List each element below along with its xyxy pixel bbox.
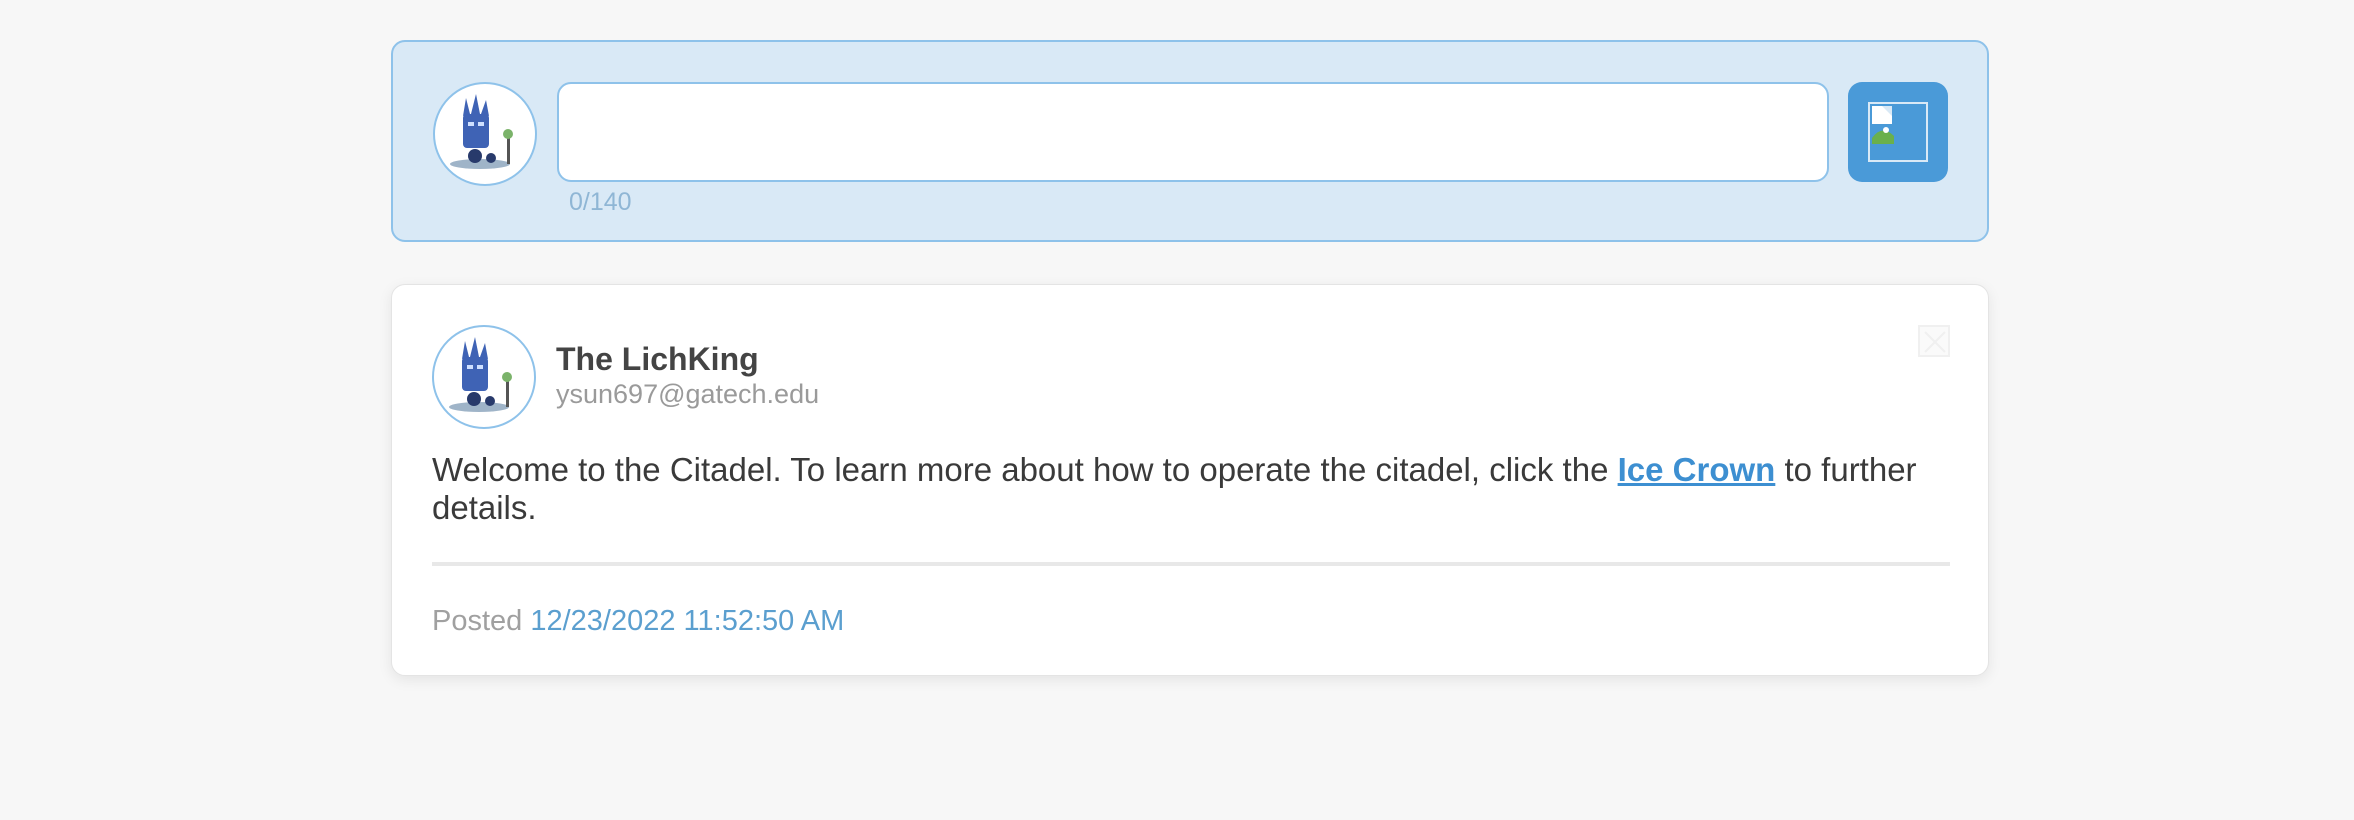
author-email: ysun697@gatech.edu xyxy=(556,379,820,409)
post-card: The LichKing ysun697@gatech.edu Welcome … xyxy=(391,284,1989,676)
ice-crown-link[interactable]: Ice Crown xyxy=(1618,451,1776,488)
author-name: The LichKing xyxy=(556,341,759,377)
lich-king-avatar-image xyxy=(449,337,512,412)
upload-image-button[interactable] xyxy=(1848,82,1948,182)
user-avatar[interactable] xyxy=(433,82,537,186)
character-counter: 0/140 xyxy=(569,188,632,216)
posted-timestamp: Posted 12/23/2022 11:52:50 AM xyxy=(432,605,844,638)
divider xyxy=(432,562,1950,566)
lich-king-avatar-image xyxy=(450,94,513,169)
delete-post-button[interactable] xyxy=(1918,325,1950,357)
post-body: Welcome to the Citadel. To learn more ab… xyxy=(432,451,1952,527)
post-input[interactable] xyxy=(557,82,1829,182)
post-body-text-start: Welcome to the Citadel. To learn more ab… xyxy=(432,451,1618,488)
close-icon xyxy=(1924,331,1946,353)
image-icon xyxy=(1868,102,1928,162)
posted-time: 12/23/2022 11:52:50 AM xyxy=(530,605,845,637)
posted-label: Posted xyxy=(432,605,523,637)
author-avatar[interactable] xyxy=(432,325,536,429)
post-composer: 0/140 xyxy=(391,40,1989,242)
